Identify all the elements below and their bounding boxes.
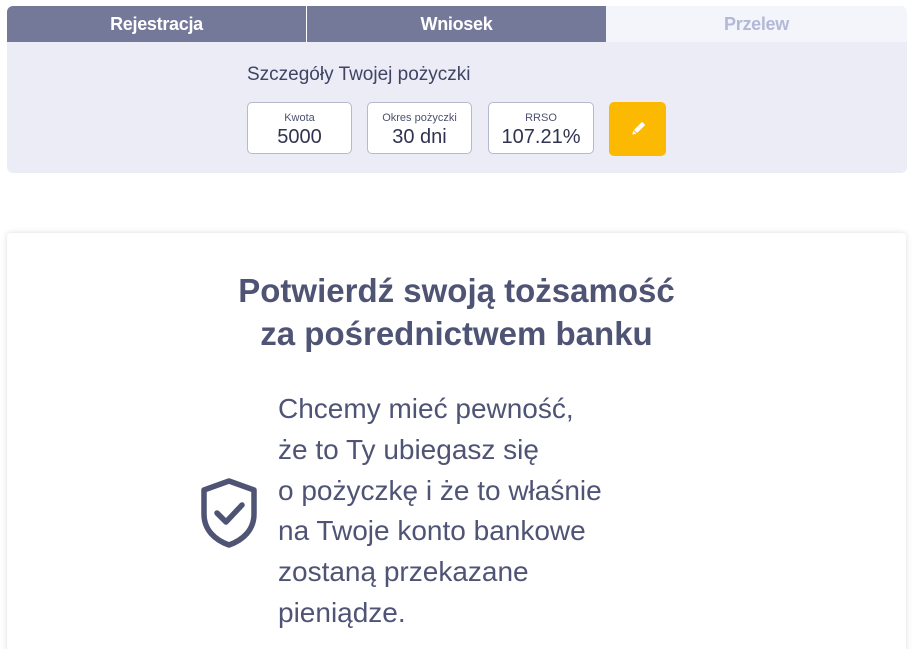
identity-message-line-4: na Twoje konto bankowe	[278, 515, 586, 547]
loan-rrso-box: RRSO 107.21%	[488, 102, 594, 154]
progress-steps: Rejestracja Wniosek Przelew	[7, 6, 907, 42]
step-przelew: Przelew	[606, 6, 907, 42]
loan-details-title: Szczegóły Twojej pożyczki	[247, 64, 471, 85]
shield-check-icon	[201, 478, 257, 548]
pencil-icon	[631, 122, 645, 135]
loan-period-label: Okres pożyczki	[382, 112, 457, 124]
loan-amount-value: 5000	[277, 126, 322, 148]
identity-heading-line-1: Potwierdź swoją tożsamość	[238, 272, 675, 309]
identity-heading-line-2: za pośrednictwem banku	[260, 315, 653, 352]
identity-message: Chcemy mieć pewność, że to Ty ubiegasz s…	[278, 389, 602, 634]
loan-details-panel: Szczegóły Twojej pożyczki Kwota 5000 Okr…	[7, 42, 907, 173]
identity-verification-card: Potwierdź swoją tożsamość za pośrednictw…	[7, 233, 906, 649]
identity-message-line-6: pieniądze.	[278, 596, 406, 628]
loan-application-page: Rejestracja Wniosek Przelew Szczegóły Tw…	[0, 0, 913, 649]
identity-message-line-1: Chcemy mieć pewność,	[278, 393, 574, 424]
loan-period-box: Okres pożyczki 30 dni	[367, 102, 472, 154]
identity-message-line-3: o pożyczkę i że to właśnie	[278, 474, 602, 506]
loan-amount-box: Kwota 5000	[247, 102, 352, 154]
step-rejestracja[interactable]: Rejestracja	[7, 6, 306, 42]
loan-period-value: 30 dni	[392, 126, 447, 148]
loan-amount-label: Kwota	[284, 112, 315, 124]
identity-message-line-2: że to Ty ubiegasz się	[278, 433, 539, 465]
identity-heading: Potwierdź swoją tożsamość za pośrednictw…	[7, 269, 906, 355]
edit-loan-button[interactable]	[609, 102, 666, 156]
loan-rrso-label: RRSO	[525, 112, 557, 124]
loan-rrso-value: 107.21%	[501, 126, 581, 148]
identity-message-line-5: zostaną przekazane	[278, 556, 529, 588]
step-wniosek[interactable]: Wniosek	[307, 6, 606, 42]
